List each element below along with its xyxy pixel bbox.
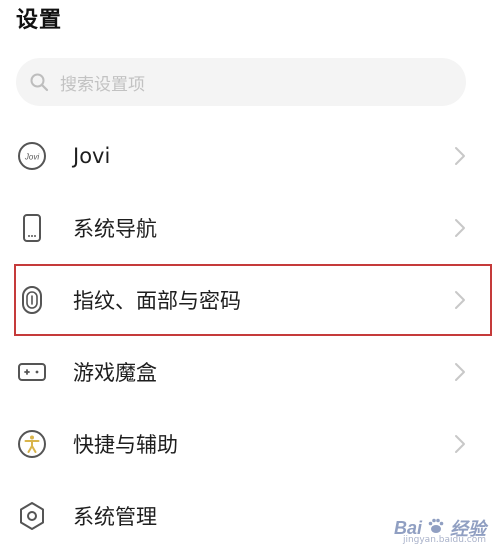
fingerprint-icon bbox=[16, 284, 48, 316]
settings-item-jovi[interactable]: Jovi Jovi bbox=[0, 120, 500, 192]
baidu-jingyan-watermark: Bai 经验 jingyan.baidu.com bbox=[394, 515, 486, 546]
accessibility-icon bbox=[16, 428, 48, 460]
svg-text:Jovi: Jovi bbox=[24, 153, 39, 162]
system-management-icon bbox=[16, 500, 48, 532]
watermark-url: jingyan.baidu.com bbox=[402, 535, 486, 545]
chevron-right-icon bbox=[454, 434, 466, 454]
settings-item-label: 系统管理 bbox=[73, 505, 157, 529]
settings-item-label: 系统导航 bbox=[73, 217, 157, 241]
settings-item-fingerprint-face-password[interactable]: 指纹、面部与密码 bbox=[14, 264, 492, 336]
search-placeholder: 搜索设置项 bbox=[60, 74, 145, 95]
search-bar[interactable]: 搜索设置项 bbox=[16, 58, 466, 106]
settings-item-shortcuts-accessibility[interactable]: 快捷与辅助 bbox=[0, 408, 500, 480]
search-icon bbox=[28, 71, 50, 93]
settings-item-label: Jovi bbox=[73, 144, 111, 168]
settings-list: Jovi Jovi 系统导航 指纹、面部与密码 游戏魔盒 快捷与辅助 系统管理 bbox=[0, 120, 500, 552]
settings-item-label: 游戏魔盒 bbox=[73, 361, 157, 385]
settings-item-label: 指纹、面部与密码 bbox=[73, 289, 241, 313]
settings-item-label: 快捷与辅助 bbox=[73, 433, 178, 457]
jovi-icon: Jovi bbox=[16, 140, 48, 172]
phone-navigation-icon bbox=[16, 212, 48, 244]
chevron-right-icon bbox=[454, 362, 466, 382]
settings-item-game-box[interactable]: 游戏魔盒 bbox=[0, 336, 500, 408]
chevron-right-icon bbox=[454, 218, 466, 238]
chevron-right-icon bbox=[454, 290, 466, 310]
settings-item-system-navigation[interactable]: 系统导航 bbox=[0, 192, 500, 264]
game-box-icon bbox=[16, 356, 48, 388]
chevron-right-icon bbox=[454, 146, 466, 166]
page-title: 设置 bbox=[16, 8, 63, 33]
